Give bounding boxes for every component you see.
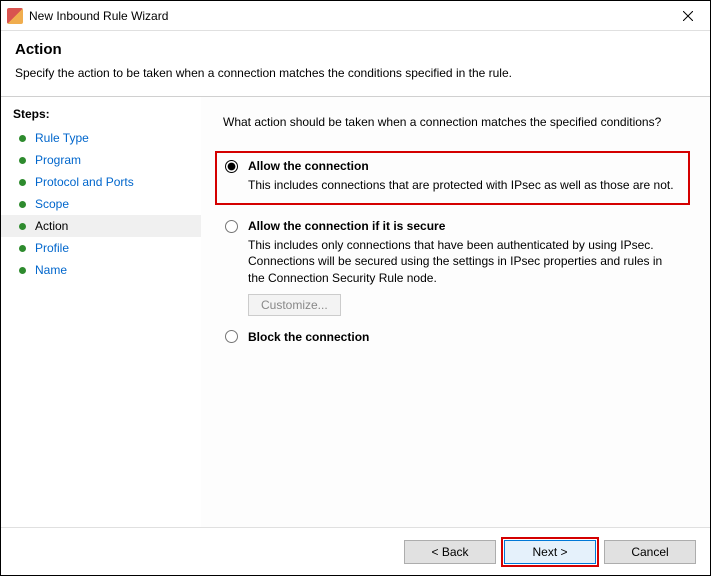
radio-allow[interactable]: [225, 160, 238, 173]
sidebar-step[interactable]: Name: [1, 259, 201, 281]
sidebar-step[interactable]: Scope: [1, 193, 201, 215]
sidebar-step[interactable]: Program: [1, 149, 201, 171]
cancel-button[interactable]: Cancel: [604, 540, 696, 564]
next-button[interactable]: Next >: [504, 540, 596, 564]
step-label: Rule Type: [35, 131, 89, 145]
step-label: Program: [35, 153, 81, 167]
action-prompt: What action should be taken when a conne…: [223, 115, 690, 129]
customize-button: Customize...: [248, 294, 341, 316]
sidebar-step[interactable]: Rule Type: [1, 127, 201, 149]
steps-sidebar: Steps: Rule Type Program Protocol and Port…: [1, 97, 201, 528]
close-button[interactable]: [665, 1, 710, 31]
steps-heading: Steps:: [1, 105, 201, 127]
label-allow-secure: Allow the connection if it is secure: [248, 219, 445, 233]
step-bullet-icon: [19, 267, 26, 274]
step-bullet-icon: [19, 135, 26, 142]
radio-block[interactable]: [225, 330, 238, 343]
desc-allow: This includes connections that are prote…: [248, 177, 678, 193]
page-title: Action: [15, 41, 696, 58]
option-block: Block the connection: [223, 330, 690, 344]
page-header: Action Specify the action to be taken wh…: [1, 31, 710, 96]
wizard-footer: < Back Next > Cancel: [1, 527, 710, 575]
radio-allow-secure[interactable]: [225, 220, 238, 233]
sidebar-step[interactable]: Action: [1, 215, 201, 237]
step-bullet-icon: [19, 245, 26, 252]
label-allow: Allow the connection: [248, 159, 369, 173]
sidebar-step[interactable]: Protocol and Ports: [1, 171, 201, 193]
sidebar-step[interactable]: Profile: [1, 237, 201, 259]
step-label: Protocol and Ports: [35, 175, 134, 189]
main-panel: What action should be taken when a conne…: [201, 97, 710, 528]
option-allow: Allow the connection This includes conne…: [215, 151, 690, 205]
step-label: Name: [35, 263, 67, 277]
firewall-icon: [7, 8, 23, 24]
desc-allow-secure: This includes only connections that have…: [248, 237, 678, 286]
step-label: Action: [35, 219, 68, 233]
step-bullet-icon: [19, 223, 26, 230]
label-block: Block the connection: [248, 330, 369, 344]
step-label: Profile: [35, 241, 69, 255]
step-bullet-icon: [19, 179, 26, 186]
title-bar: New Inbound Rule Wizard: [1, 1, 710, 31]
page-subtitle: Specify the action to be taken when a co…: [15, 66, 696, 80]
step-label: Scope: [35, 197, 69, 211]
window-title: New Inbound Rule Wizard: [29, 9, 168, 23]
step-bullet-icon: [19, 201, 26, 208]
close-icon: [683, 11, 693, 21]
option-allow-secure: Allow the connection if it is secure Thi…: [223, 219, 690, 316]
back-button[interactable]: < Back: [404, 540, 496, 564]
step-bullet-icon: [19, 157, 26, 164]
